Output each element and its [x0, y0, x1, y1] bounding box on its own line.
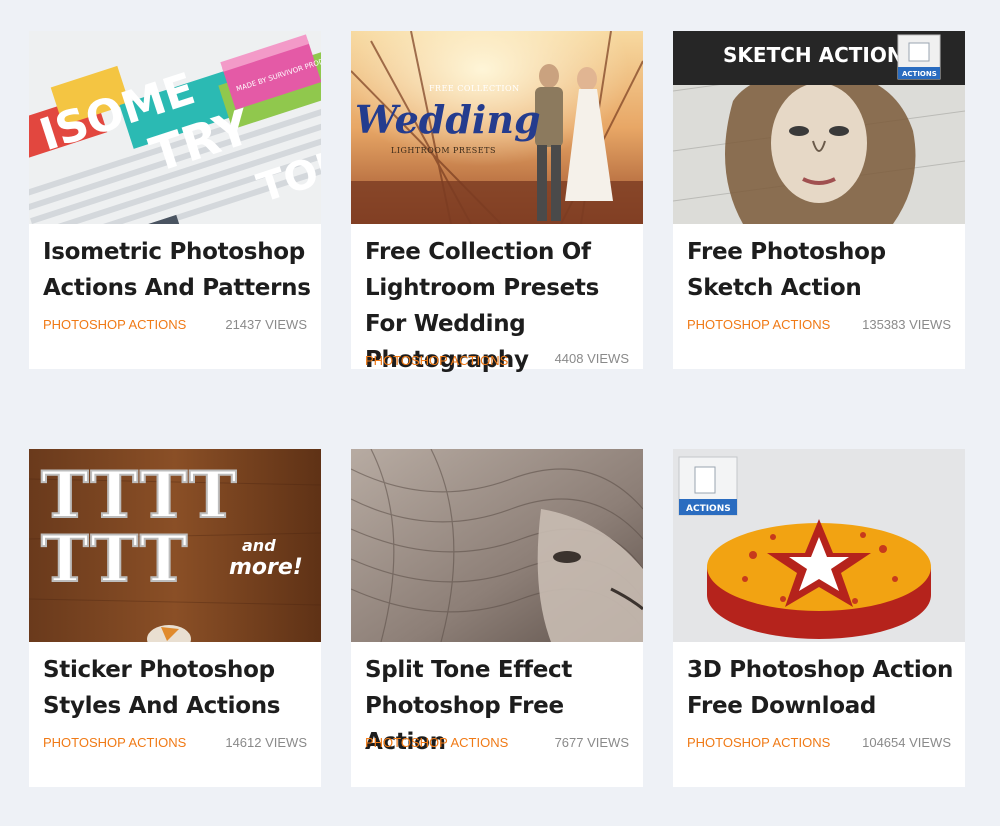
view-count: 4408 VIEWS — [554, 351, 629, 366]
category-link[interactable]: PHOTOSHOP ACTIONS — [687, 735, 830, 750]
image-text-more: more! — [229, 555, 303, 580]
post-title[interactable]: Sticker Photoshop Styles And Actions — [43, 652, 313, 724]
image-badge: ACTIONS — [902, 70, 937, 78]
post-thumbnail[interactable]: TTTT TTT and more! — [29, 449, 321, 642]
post-thumbnail[interactable] — [351, 449, 643, 642]
post-card[interactable]: ACTIONS 3D Photoshop Action Free Downloa… — [673, 449, 965, 787]
image-text-header: SKETCH ACTION — [723, 43, 904, 67]
post-thumbnail[interactable]: FREE COLLECTION Wedding LIGHTROOM PRESET… — [351, 31, 643, 224]
image-text-letters2: TTT — [41, 522, 191, 597]
post-card[interactable]: Split Tone Effect Photoshop Free Action … — [351, 449, 643, 787]
post-card[interactable]: ISOME TRY TOR MADE BY SURVIVOR PRODUCTIO… — [29, 31, 321, 369]
category-link[interactable]: PHOTOSHOP ACTIONS — [365, 735, 508, 750]
image-text-script: Wedding — [355, 97, 541, 142]
post-thumbnail[interactable]: SKETCH ACTION ACTIONS — [673, 31, 965, 224]
image-text-and: and — [242, 536, 276, 555]
image-text-sub: LIGHTROOM PRESETS — [391, 146, 496, 155]
post-title[interactable]: 3D Photoshop Action Free Download — [687, 652, 957, 724]
category-link[interactable]: PHOTOSHOP ACTIONS — [687, 317, 830, 332]
post-card[interactable]: SKETCH ACTION ACTIONS Free Photoshop Ske… — [673, 31, 965, 369]
post-card[interactable]: TTTT TTT and more! Sticker Photoshop Sty… — [29, 449, 321, 787]
view-count: 14612 VIEWS — [225, 735, 307, 750]
post-thumbnail[interactable]: ACTIONS — [673, 449, 965, 642]
category-link[interactable]: PHOTOSHOP ACTIONS — [365, 353, 508, 368]
view-count: 21437 VIEWS — [225, 317, 307, 332]
image-text-top: FREE COLLECTION — [429, 84, 520, 93]
category-link[interactable]: PHOTOSHOP ACTIONS — [43, 735, 186, 750]
post-title[interactable]: Free Photoshop Sketch Action — [687, 234, 957, 306]
image-badge: ACTIONS — [686, 504, 731, 514]
post-thumbnail[interactable]: ISOME TRY TOR MADE BY SURVIVOR PRODUCTIO… — [29, 31, 321, 224]
view-count: 104654 VIEWS — [862, 735, 951, 750]
post-title[interactable]: Isometric Photoshop Actions And Patterns — [43, 234, 313, 306]
category-link[interactable]: PHOTOSHOP ACTIONS — [43, 317, 186, 332]
view-count: 135383 VIEWS — [862, 317, 951, 332]
view-count: 7677 VIEWS — [554, 735, 629, 750]
post-card[interactable]: FREE COLLECTION Wedding LIGHTROOM PRESET… — [351, 31, 643, 373]
